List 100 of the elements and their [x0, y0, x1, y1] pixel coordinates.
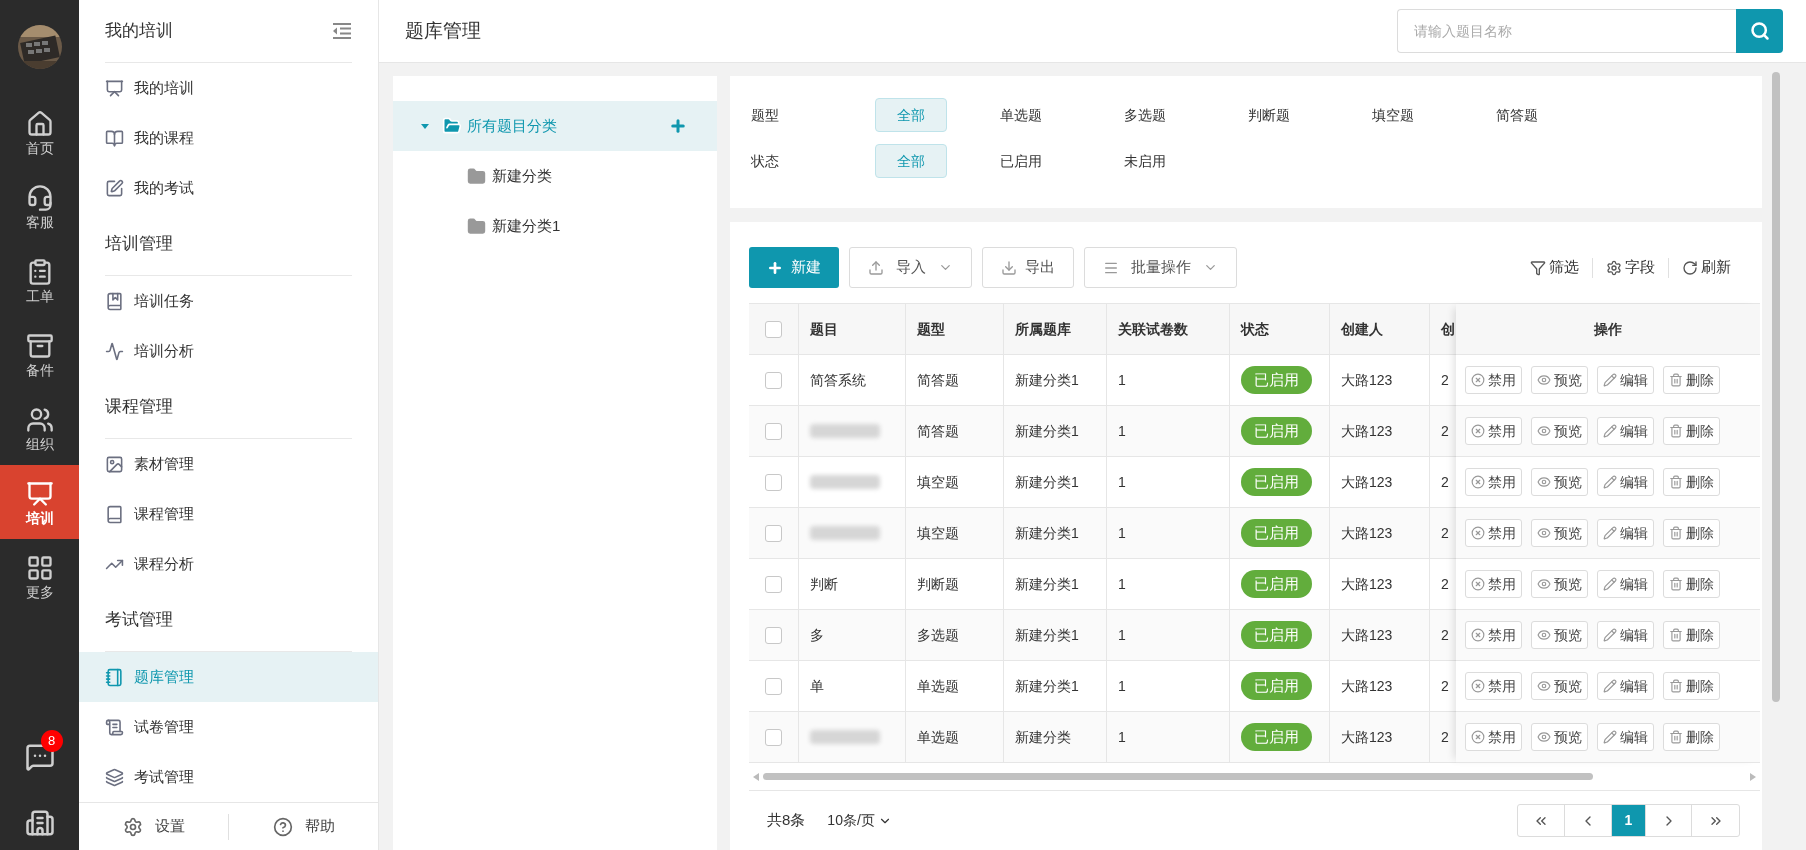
action-button[interactable]: 禁用	[1465, 621, 1522, 649]
filter-option[interactable]: 单选题	[999, 98, 1071, 132]
tool-button[interactable]: 筛选	[1527, 256, 1582, 279]
eye-icon	[1537, 628, 1551, 642]
sidebar-item[interactable]: 我的培训	[79, 63, 378, 113]
action-button[interactable]: 删除	[1663, 621, 1720, 649]
sidebar-item[interactable]: 培训任务	[79, 276, 378, 326]
nav-item[interactable]: 工单	[0, 243, 79, 317]
nav-item[interactable]: 更多	[0, 539, 79, 613]
footer-link[interactable]: 帮助	[229, 815, 378, 838]
nav-item[interactable]: 备件	[0, 317, 79, 391]
action-button[interactable]: 删除	[1663, 417, 1720, 445]
action-button[interactable]: 编辑	[1597, 672, 1654, 700]
download-icon	[1001, 259, 1017, 276]
checkbox[interactable]	[765, 371, 782, 389]
collapse-icon[interactable]	[332, 23, 352, 39]
nav-item[interactable]: 组织	[0, 391, 79, 465]
action-button[interactable]: 编辑	[1597, 366, 1654, 394]
action-button[interactable]: 编辑	[1597, 621, 1654, 649]
sidebar-item[interactable]: 课程管理	[79, 489, 378, 539]
action-button[interactable]: 编辑	[1597, 468, 1654, 496]
caret-icon[interactable]	[420, 121, 430, 131]
building-icon[interactable]	[24, 808, 55, 838]
footer-link[interactable]: 设置	[79, 815, 228, 838]
tool-button[interactable]: 刷新	[1679, 256, 1734, 279]
action-button[interactable]: 禁用	[1465, 366, 1522, 394]
toolbar-button[interactable]: 导入	[849, 247, 972, 288]
action-button[interactable]: 编辑	[1597, 417, 1654, 445]
action-button[interactable]: 禁用	[1465, 723, 1522, 751]
checkbox[interactable]	[765, 320, 782, 338]
toolbar-button[interactable]: 批量操作	[1084, 247, 1237, 288]
action-button[interactable]: 删除	[1663, 468, 1720, 496]
vertical-scrollbar[interactable]	[1772, 72, 1780, 702]
nav-item[interactable]: 首页	[0, 95, 79, 169]
column-header: 创	[1441, 319, 1455, 339]
section-heading: 课程管理	[105, 396, 173, 419]
eye-icon	[1537, 373, 1551, 387]
sidebar-item[interactable]: 我的课程	[79, 113, 378, 163]
action-button[interactable]: 删除	[1663, 723, 1720, 751]
sidebar-item[interactable]: 课程分析	[79, 539, 378, 589]
action-button[interactable]: 预览	[1531, 672, 1588, 700]
pencil-icon	[1603, 577, 1617, 591]
table-cell-text: 简答题	[917, 370, 959, 390]
action-button[interactable]: 预览	[1531, 723, 1588, 751]
action-button[interactable]: 禁用	[1465, 468, 1522, 496]
action-button[interactable]: 禁用	[1465, 417, 1522, 445]
filter-option[interactable]: 判断题	[1247, 98, 1319, 132]
action-button[interactable]: 预览	[1531, 468, 1588, 496]
sidebar-item[interactable]: 我的考试	[79, 163, 378, 213]
table-cell-text: 简答系统	[810, 370, 866, 390]
nav-item[interactable]: 客服	[0, 169, 79, 243]
horizontal-scrollbar[interactable]	[763, 773, 1593, 780]
table-cell-text: 大路123	[1341, 523, 1393, 543]
action-button[interactable]: 预览	[1531, 417, 1588, 445]
sidebar-item[interactable]: 试卷管理	[79, 702, 378, 752]
filter-option[interactable]: 已启用	[999, 144, 1071, 178]
scroll-left-icon[interactable]	[753, 772, 759, 781]
tool-button[interactable]: 字段	[1603, 256, 1658, 279]
checkbox[interactable]	[765, 728, 782, 746]
filter-option[interactable]: 填空题	[1371, 98, 1443, 132]
scroll-right-icon[interactable]	[1750, 772, 1756, 781]
checkbox[interactable]	[765, 524, 782, 542]
search-field[interactable]: 请输入题目名称	[1397, 9, 1736, 53]
checkbox[interactable]	[765, 626, 782, 644]
filter-option[interactable]: 简答题	[1495, 98, 1567, 132]
action-button[interactable]: 删除	[1663, 366, 1720, 394]
pencil-icon	[1603, 526, 1617, 540]
eye-icon	[1537, 475, 1551, 489]
sidebar-item[interactable]: 培训分析	[79, 326, 378, 376]
toolbar-button[interactable]: 导出	[982, 247, 1074, 288]
checkbox[interactable]	[765, 575, 782, 593]
next-page-button[interactable]	[1645, 805, 1692, 836]
action-button[interactable]: 编辑	[1597, 519, 1654, 547]
bookmark-icon	[105, 291, 124, 311]
action-button[interactable]: 编辑	[1597, 723, 1654, 751]
sidebar-item[interactable]: 考试管理	[79, 752, 378, 802]
search-button[interactable]	[1736, 9, 1783, 53]
filter-option[interactable]: 多选题	[1123, 98, 1195, 132]
action-button[interactable]: 预览	[1531, 366, 1588, 394]
section-heading: 考试管理	[105, 609, 173, 632]
add-icon[interactable]	[669, 117, 687, 135]
tree-node[interactable]: 新建分类1	[393, 201, 717, 251]
action-button[interactable]: 编辑	[1597, 570, 1654, 598]
checkbox[interactable]	[765, 473, 782, 491]
action-button[interactable]: 预览	[1531, 621, 1588, 649]
action-button[interactable]: 删除	[1663, 570, 1720, 598]
checkbox[interactable]	[765, 677, 782, 695]
tree-node[interactable]: 新建分类	[393, 151, 717, 201]
action-button[interactable]: 预览	[1531, 519, 1588, 547]
action-button[interactable]: 禁用	[1465, 672, 1522, 700]
action-button[interactable]: 禁用	[1465, 570, 1522, 598]
action-button[interactable]: 删除	[1663, 519, 1720, 547]
filter-option[interactable]: 未启用	[1123, 144, 1195, 178]
nav-item[interactable]: 培训	[0, 465, 79, 539]
page-size-select[interactable]: 10条/页	[827, 810, 892, 831]
action-button[interactable]: 预览	[1531, 570, 1588, 598]
action-button[interactable]: 禁用	[1465, 519, 1522, 547]
checkbox[interactable]	[765, 422, 782, 440]
action-button[interactable]: 删除	[1663, 672, 1720, 700]
sidebar-item[interactable]: 素材管理	[79, 439, 378, 489]
